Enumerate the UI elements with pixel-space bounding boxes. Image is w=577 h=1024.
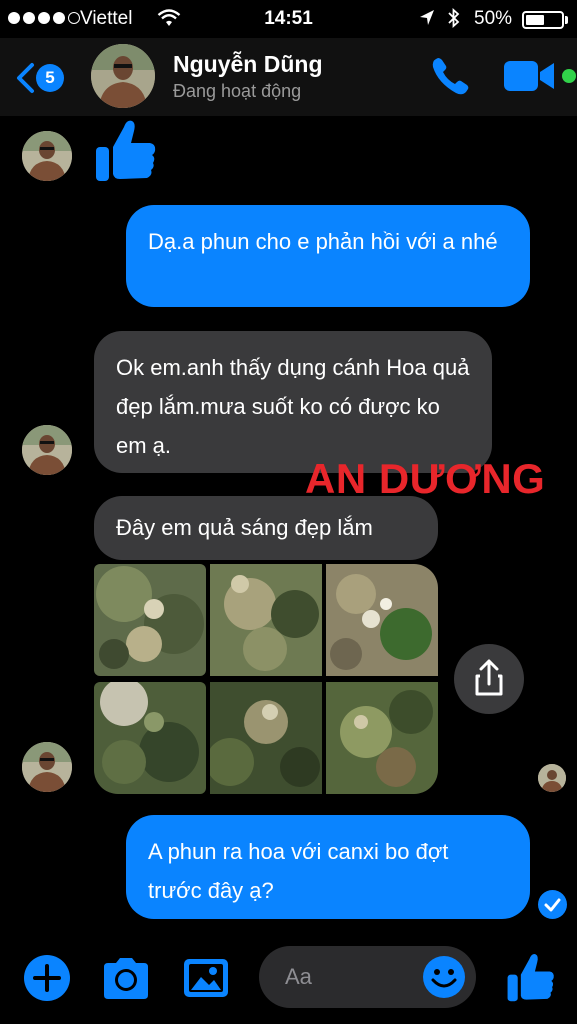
back-button[interactable]: 5 bbox=[10, 58, 72, 98]
video-call-button[interactable] bbox=[502, 58, 558, 94]
contact-avatar-small[interactable] bbox=[22, 131, 72, 181]
photo-attachment[interactable] bbox=[210, 564, 322, 676]
photo-attachment[interactable] bbox=[326, 564, 438, 676]
photo-attachment[interactable] bbox=[210, 682, 322, 794]
thumbs-up-icon bbox=[507, 954, 554, 1002]
location-arrow-icon bbox=[418, 8, 436, 34]
message-input[interactable] bbox=[285, 960, 425, 994]
outgoing-message[interactable]: A phun ra hoa với canxi bo đợt trước đây… bbox=[126, 815, 530, 919]
check-circle-icon bbox=[538, 890, 567, 919]
phone-icon bbox=[432, 58, 469, 95]
bluetooth-icon bbox=[446, 6, 462, 36]
voice-call-button[interactable] bbox=[428, 55, 474, 99]
plus-icon bbox=[33, 964, 61, 992]
unread-badge: 5 bbox=[36, 64, 64, 92]
add-button[interactable] bbox=[24, 955, 70, 1001]
gallery-button[interactable] bbox=[182, 957, 230, 999]
contact-name[interactable]: Nguyễn Dũng bbox=[173, 51, 323, 78]
video-camera-icon bbox=[504, 61, 554, 91]
camera-icon bbox=[104, 958, 148, 999]
incoming-message[interactable]: Ok em.anh thấy dụng cánh Hoa quả đẹp lắm… bbox=[94, 331, 492, 473]
photo-attachment[interactable] bbox=[94, 564, 206, 676]
message-composer bbox=[0, 935, 577, 1024]
photo-attachment-grid[interactable] bbox=[94, 564, 439, 794]
battery-tip bbox=[565, 16, 568, 24]
seen-indicator-avatar bbox=[538, 764, 566, 792]
conversation-header: 5 Nguyễn Dũng Đang hoạt động bbox=[0, 38, 577, 116]
share-button[interactable] bbox=[454, 644, 524, 714]
smiley-icon bbox=[423, 956, 465, 998]
like-button[interactable] bbox=[506, 951, 556, 1003]
chevron-left-icon bbox=[17, 63, 34, 93]
battery-icon bbox=[522, 11, 564, 29]
status-bar: Viettel 14:51 50% bbox=[0, 0, 577, 38]
contact-avatar[interactable] bbox=[91, 44, 155, 108]
message-input-container[interactable] bbox=[259, 946, 476, 1008]
thumbs-up-sticker bbox=[94, 117, 158, 188]
contact-avatar-small[interactable] bbox=[22, 742, 72, 792]
incoming-message[interactable]: Đây em quả sáng đẹp lắm bbox=[94, 496, 438, 560]
contact-avatar-small[interactable] bbox=[22, 425, 72, 475]
thumbs-up-icon bbox=[96, 120, 156, 181]
share-icon bbox=[475, 659, 503, 696]
camera-button[interactable] bbox=[100, 955, 152, 1001]
online-indicator bbox=[562, 69, 576, 83]
photo-attachment[interactable] bbox=[94, 682, 206, 794]
battery-percentage: 50% bbox=[474, 8, 513, 29]
emoji-button[interactable] bbox=[421, 954, 467, 1000]
image-icon bbox=[184, 959, 228, 997]
photo-attachment[interactable] bbox=[326, 682, 438, 794]
outgoing-message[interactable]: Dạ.a phun cho e phản hồi với a nhé bbox=[126, 205, 530, 307]
contact-status: Đang hoạt động bbox=[173, 81, 302, 101]
